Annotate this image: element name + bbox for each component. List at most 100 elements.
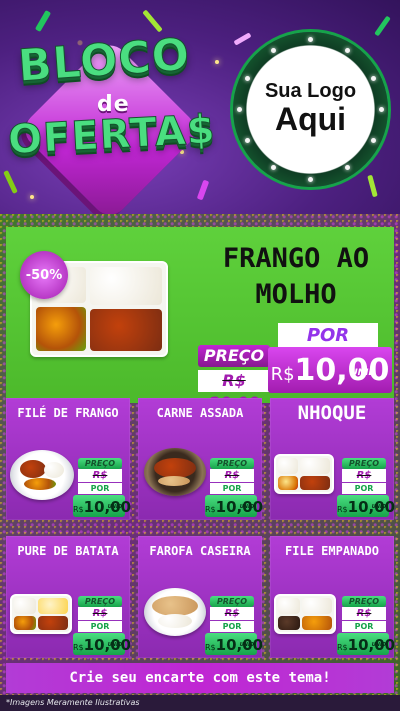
por-label: POR [78,483,122,494]
logo-text-line2: Aqui [274,101,347,137]
logo-placeholder[interactable]: Sua Logo Aqui [233,32,388,187]
price-label: PREÇO [198,345,270,367]
featured-title: FRANGO AO MOLHO [222,243,370,310]
food-tray-image [10,594,72,634]
confetti-decoration [3,170,18,194]
confetti-decoration [367,174,378,198]
food-rice [302,598,332,614]
confetti-decoration [196,179,210,201]
food-chicken [20,460,46,478]
food-rice [90,267,162,305]
old-price: R$ 20,00 [342,607,386,632]
por-label: POR [342,621,386,632]
marquee-bulb [245,138,250,143]
food-mashed-potato [38,598,68,614]
por-label: POR [278,323,378,349]
marquee-bulb [245,76,250,81]
unit-label: UNID [239,504,254,510]
new-price: R$10,00 UNID [268,347,392,393]
discount-badge: -50% [20,251,68,299]
por-label: POR [342,483,386,494]
marquee-bulb [271,48,276,53]
food-rice [158,614,192,628]
confetti-decoration [233,32,252,46]
food-rice [278,598,300,614]
food-tray-image [274,594,336,634]
unit-label: UNID [371,642,386,648]
price-label: PREÇO [78,458,122,469]
confetti-decoration [374,15,391,37]
marquee-bulb [345,48,350,53]
product-card[interactable]: FILE EMPANADO PREÇO R$ 20,00 POR R$10,00… [270,536,395,658]
currency-symbol: R$ [337,505,348,514]
unit-label: UNID [350,368,376,378]
sparkle-decoration [30,195,34,199]
food-salad [14,616,36,630]
food-rice [278,458,298,474]
food-beans [278,616,300,630]
title-ofertas: OFERTA$ [6,106,217,164]
new-price: R$10,00 UNID [73,633,131,655]
product-card[interactable]: PURE DE BATATA PREÇO R$ 20,00 POR R$10,0… [6,536,131,658]
unit-label: UNID [239,642,254,648]
product-title: FAROFA CASEIRA [149,544,251,558]
marquee-bulb [271,165,276,170]
marquee-bulb [345,165,350,170]
title-bloco: BLOCO [16,29,192,93]
marquee-bulb [237,107,242,112]
food-bowl-image [144,448,206,496]
old-price: R$ 20,00 [198,370,270,412]
price-label: PREÇO [78,596,122,607]
product-title: PURE DE BATATA [17,544,119,558]
product-card[interactable]: NHOQUE PREÇO R$ 20,00 POR R$10,00 UNID [270,398,395,520]
currency-symbol: R$ [205,505,216,514]
currency-symbol: R$ [73,505,84,514]
currency-symbol: R$ [337,643,348,652]
por-label: POR [210,483,254,494]
marquee-bulb [371,76,376,81]
confetti-decoration [34,9,52,33]
food-bowl-image [144,588,206,636]
header-banner: BLOCO de OFERTA$ Sua Logo Aqui [0,0,400,214]
cta-banner[interactable]: Crie seu encarte com este tema! [6,663,394,693]
por-label: POR [78,621,122,632]
new-price: R$10,00 UNID [337,633,395,655]
food-salad [36,307,86,351]
offers-section: -50% FRANGO AO MOLHO PREÇO R$ 20,00 POR … [0,214,400,695]
food-side [158,476,190,486]
logo-text-line1: Sua Logo [264,80,357,102]
food-plate-image [10,450,74,500]
food-rice [14,598,36,614]
new-price: R$10,00 UNID [205,495,263,517]
featured-offer-card[interactable]: -50% FRANGO AO MOLHO PREÇO R$ 20,00 POR … [6,227,394,412]
marquee-bulb [371,138,376,143]
food-farofa [152,596,198,616]
food-meat [38,616,68,630]
price-label: PREÇO [210,596,254,607]
food-side [24,478,56,490]
product-title: FILE EMPANADO [285,544,379,558]
product-card[interactable]: FAROFA CASEIRA PREÇO R$ 20,00 POR R$10,0… [138,536,263,658]
new-price: R$10,00 UNID [205,633,263,655]
marquee-bulb [308,177,313,182]
sparkle-decoration [215,60,219,64]
por-label: POR [210,621,254,632]
old-price: R$ 20,00 [342,469,386,494]
marquee-bulb [308,37,313,42]
product-card[interactable]: CARNE ASSADA PREÇO R$ 20,00 POR R$10,00 … [138,398,263,520]
currency-symbol: R$ [270,364,295,385]
price-label: PREÇO [342,458,386,469]
product-title: CARNE ASSADA [156,406,244,420]
food-roast-beef [154,458,196,478]
old-price: R$ 20,00 [210,469,254,494]
food-meat [300,476,330,490]
product-card[interactable]: FILÉ DE FRANGO PREÇO R$ 20,00 POR R$10,0… [6,398,131,520]
food-gnocchi [278,476,298,490]
food-chicken [90,309,162,351]
price-label: PREÇO [210,458,254,469]
product-title: NHOQUE [297,402,367,424]
new-price: R$10,00 UNID [337,495,395,517]
currency-symbol: R$ [73,643,84,652]
disclaimer-text: *Imagens Meramente Ilustrativas [0,695,400,711]
confetti-decoration [142,9,163,33]
